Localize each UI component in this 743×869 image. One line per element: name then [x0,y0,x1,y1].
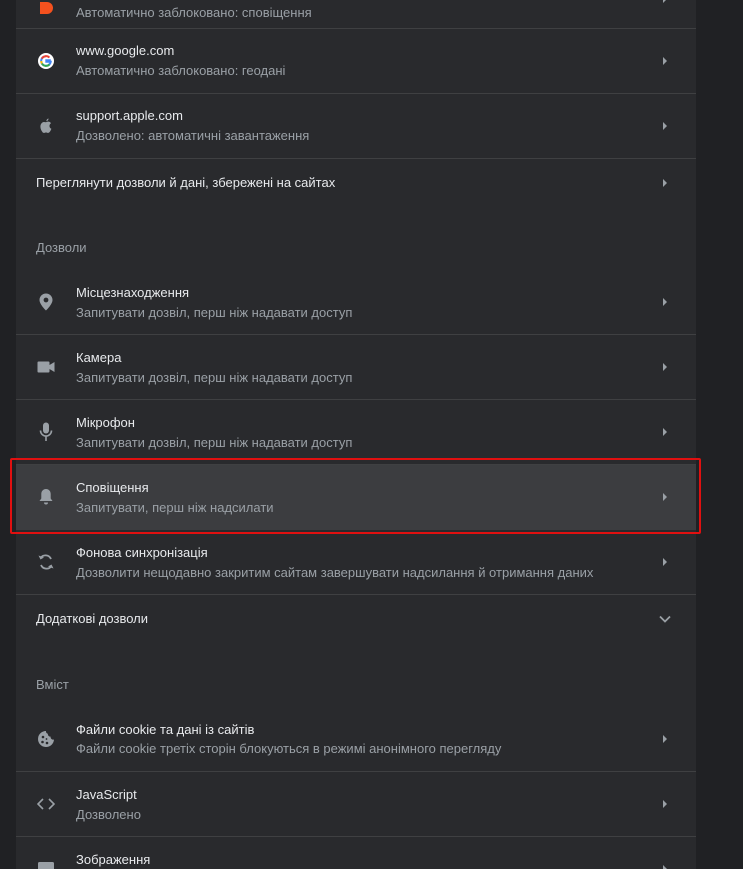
chevron-right-icon [663,735,667,743]
content-section-header: Вміст [36,677,69,692]
content-images-row[interactable]: Зображення [16,837,696,869]
recent-site-status: Автоматично заблоковано: сповіщення [76,5,312,20]
sync-icon [36,552,56,572]
permission-title: Камера [76,350,122,365]
additional-permissions-label: Додаткові дозволи [36,611,149,626]
chevron-right-icon [663,122,667,130]
chevron-right-icon [663,298,667,306]
chevron-down-icon [659,615,671,623]
site-orange-favicon-icon [36,0,56,18]
chevron-right-icon [663,179,667,187]
content-javascript-row[interactable]: JavaScript Дозволено [16,772,696,837]
settings-page: Автоматично заблоковано: сповіщення www.… [0,0,743,869]
recent-site-row[interactable]: Автоматично заблоковано: сповіщення [16,0,696,29]
recent-site-name: support.apple.com [76,108,183,123]
chevron-right-icon [663,800,667,808]
content-title: Зображення [76,852,151,867]
cookie-icon [36,729,56,749]
permission-subtitle: Запитувати дозвіл, перш ніж надавати дос… [76,370,353,385]
site-settings-card: Автоматично заблоковано: сповіщення www.… [16,0,696,869]
recent-site-row[interactable]: www.google.com Автоматично заблоковано: … [16,29,696,94]
content-title: JavaScript [76,787,137,802]
camera-icon [36,357,56,377]
permission-notifications-row[interactable]: Сповіщення Запитувати, перш ніж надсилат… [16,465,696,530]
chevron-right-icon [663,0,666,3]
permission-title: Фонова синхронізація [76,545,208,560]
content-title: Файли cookie та дані із сайтів [76,722,255,737]
bell-icon [36,487,56,507]
permission-title: Місцезнаходження [76,285,190,300]
microphone-icon [36,422,56,442]
permission-background-sync-row[interactable]: Фонова синхронізація Дозволити нещодавно… [16,530,696,595]
content-subtitle: Файли cookie третіх сторін блокуються в … [76,741,502,756]
view-permissions-label: Переглянути дозволи й дані, збережені на… [36,175,336,190]
apple-icon [36,116,56,136]
recent-site-status: Дозволено: автоматичні завантаження [76,128,310,143]
permission-subtitle: Запитувати дозвіл, перш ніж надавати дос… [76,435,353,450]
chevron-right-icon [663,57,667,65]
code-icon [36,794,56,814]
content-cookies-row[interactable]: Файли cookie та дані із сайтів Файли coo… [16,707,696,772]
permission-subtitle: Запитувати, перш ніж надсилати [76,500,274,515]
permission-subtitle: Дозволити нещодавно закритим сайтам заве… [76,565,594,580]
chevron-right-icon [663,493,667,501]
permission-title: Сповіщення [76,480,149,495]
permission-title: Мікрофон [76,415,135,430]
chevron-right-icon [663,865,667,869]
chevron-right-icon [663,363,667,371]
recent-site-status: Автоматично заблоковано: геодані [76,63,286,78]
permission-camera-row[interactable]: Камера Запитувати дозвіл, перш ніж надав… [16,335,696,400]
permissions-section-header: Дозволи [36,240,87,255]
location-pin-icon [36,292,56,312]
view-permissions-row[interactable]: Переглянути дозволи й дані, збережені на… [16,159,696,207]
permission-subtitle: Запитувати дозвіл, перш ніж надавати дос… [76,305,353,320]
image-icon [36,859,56,869]
chevron-right-icon [663,428,667,436]
recent-site-name: www.google.com [76,43,175,58]
chevron-right-icon [663,558,667,566]
additional-permissions-row[interactable]: Додаткові дозволи [16,595,696,643]
content-subtitle: Дозволено [76,807,141,822]
permission-microphone-row[interactable]: Мікрофон Запитувати дозвіл, перш ніж над… [16,400,696,465]
permission-location-row[interactable]: Місцезнаходження Запитувати дозвіл, перш… [16,270,696,335]
google-icon [36,51,56,71]
recent-site-row[interactable]: support.apple.com Дозволено: автоматичні… [16,94,696,159]
